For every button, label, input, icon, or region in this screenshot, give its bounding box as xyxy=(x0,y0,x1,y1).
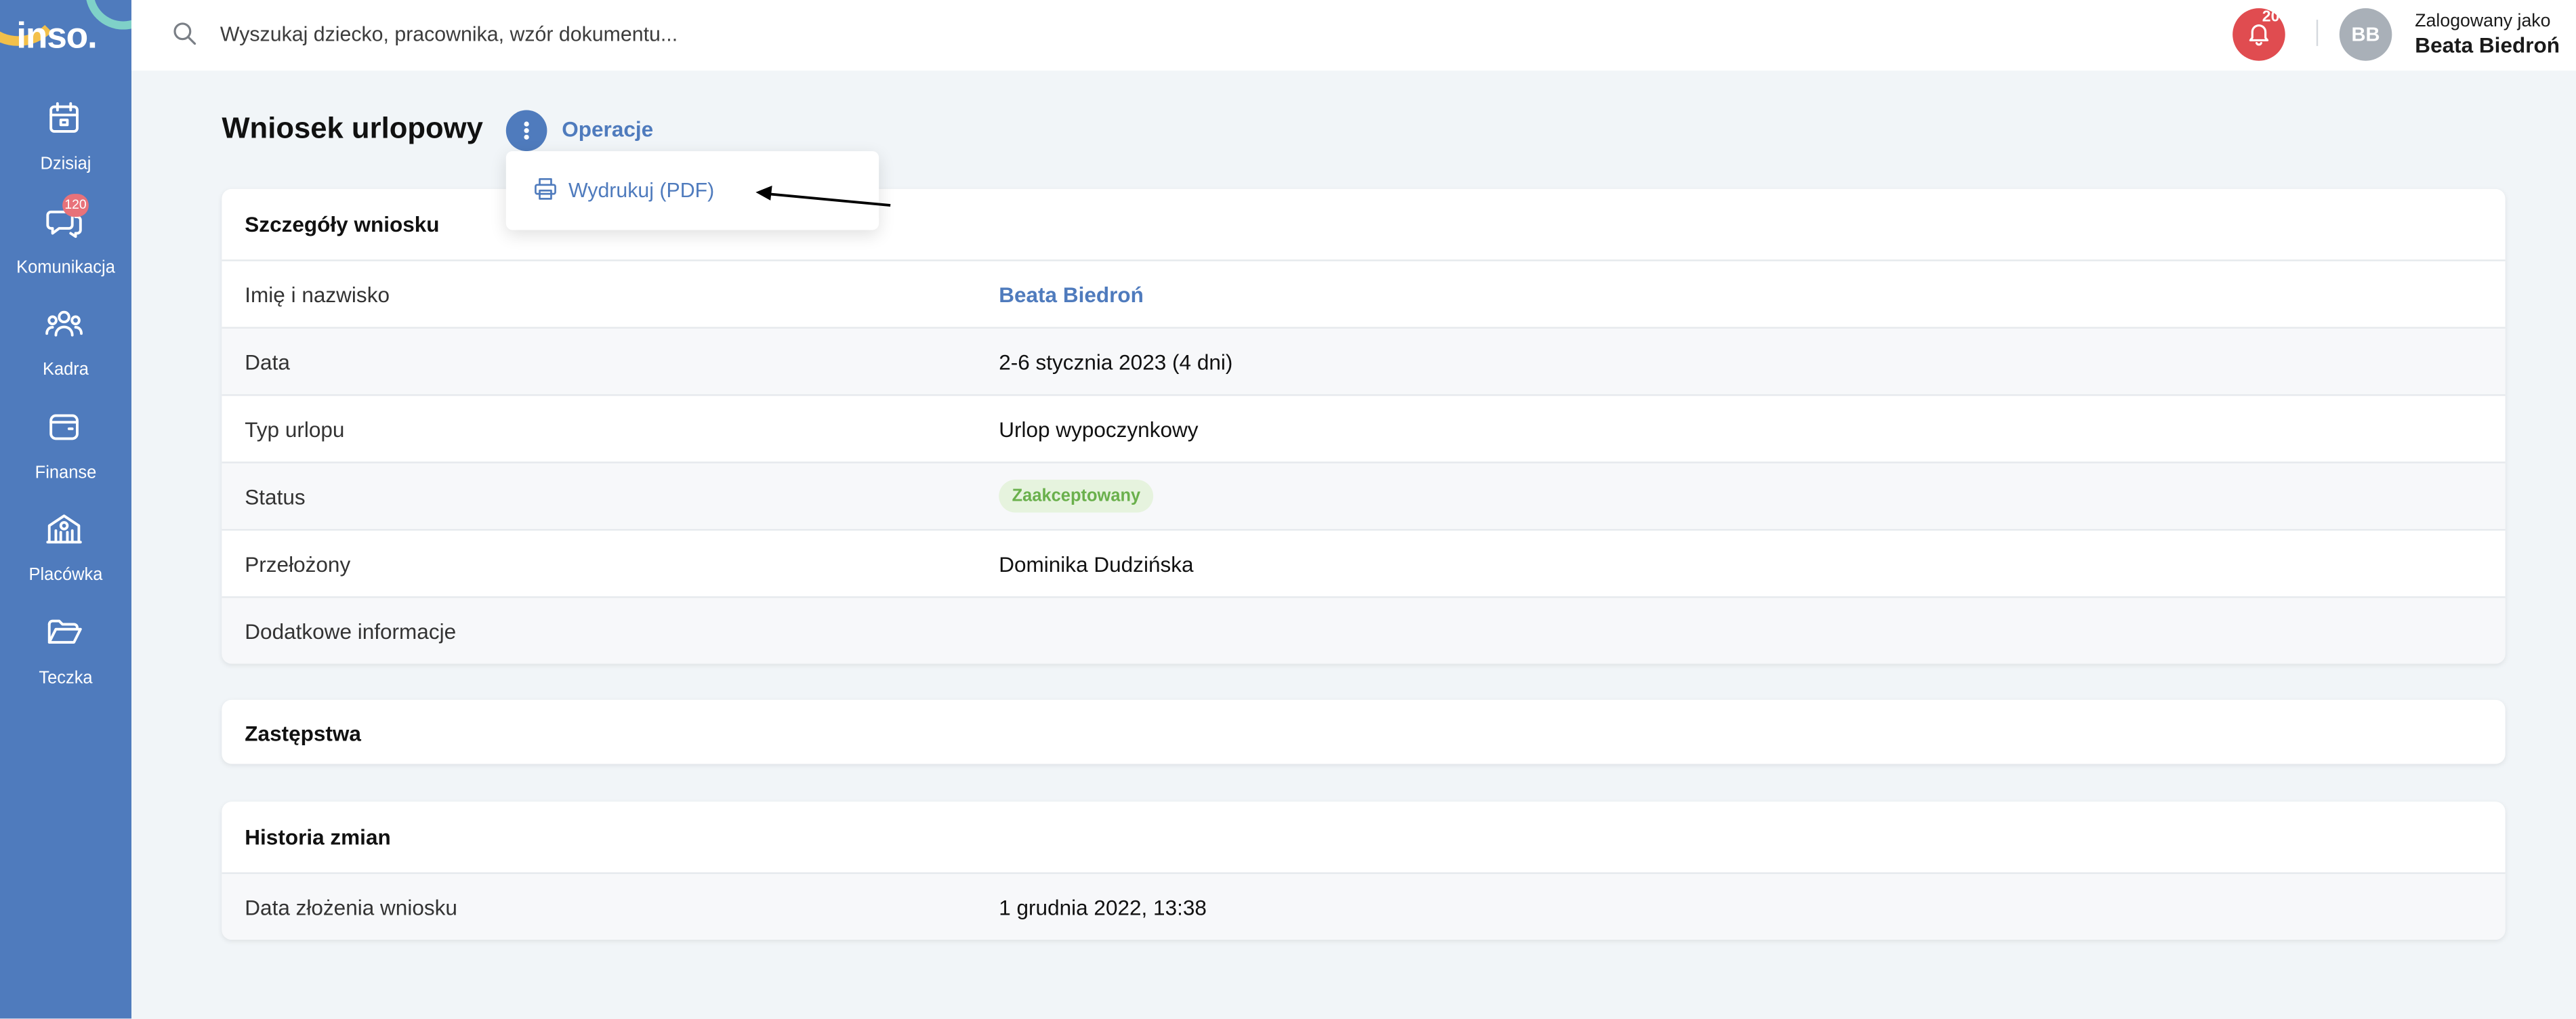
operations-button[interactable] xyxy=(505,110,547,152)
sidebar-item-label: Komunikacja xyxy=(16,257,115,278)
topbar-divider xyxy=(2316,20,2319,46)
calendar-icon xyxy=(44,98,83,138)
app-root: inso. Dzisiaj 120 Komunikacja Kadra Fina… xyxy=(0,0,2576,1019)
sidebar-item-label: Teczka xyxy=(39,668,93,688)
row-value: Urlop wypoczynkowy xyxy=(999,417,1199,442)
row-label: Status xyxy=(245,484,306,510)
page-title: Wniosek urlopowy xyxy=(222,111,483,145)
employee-name-link[interactable]: Beata Biedroń xyxy=(999,283,1144,307)
user-name[interactable]: Beata Biedroń xyxy=(2415,33,2560,57)
building-icon xyxy=(44,510,83,549)
sidebar-item-placowka[interactable]: Placówka xyxy=(0,510,131,602)
avatar[interactable]: BB xyxy=(2339,8,2392,61)
table-row: Imię i nazwisko Beata Biedroń xyxy=(222,259,2506,327)
sidebar-item-label: Dzisiaj xyxy=(40,154,91,175)
substitutions-card-header: Zastępstwa xyxy=(245,721,361,746)
table-row: Data złożenia wniosku 1 grudnia 2022, 13… xyxy=(222,872,2506,940)
sidebar-item-label: Placówka xyxy=(28,565,103,585)
status-badge: Zaakceptowany xyxy=(999,480,1154,513)
notifications-button[interactable]: 20 xyxy=(2232,8,2285,61)
history-card: Historia zmian Data złożenia wniosku 1 g… xyxy=(222,802,2506,940)
row-value: 2-6 stycznia 2023 (4 dni) xyxy=(999,350,1233,375)
details-card: Szczegóły wniosku Imię i nazwisko Beata … xyxy=(222,188,2506,664)
sidebar: inso. Dzisiaj 120 Komunikacja Kadra Fina… xyxy=(0,0,131,1019)
row-label: Data złożenia wniosku xyxy=(245,895,457,920)
unread-messages-badge: 120 xyxy=(62,194,89,217)
row-label: Dodatkowe informacje xyxy=(245,619,457,644)
people-icon xyxy=(44,304,83,344)
operations-link[interactable]: Operacje xyxy=(562,117,653,141)
search-input[interactable] xyxy=(220,16,1206,53)
row-label: Imię i nazwisko xyxy=(245,283,390,308)
app-logo[interactable]: inso. xyxy=(16,15,98,58)
sidebar-item-dzisiaj[interactable]: Dzisiaj xyxy=(0,98,131,190)
sidebar-item-teczka[interactable]: Teczka xyxy=(0,612,131,705)
folder-icon xyxy=(44,612,83,652)
table-row: Data 2-6 stycznia 2023 (4 dni) xyxy=(222,327,2506,394)
table-row: Status Zaakceptowany xyxy=(222,461,2506,529)
row-label: Data xyxy=(245,350,290,375)
details-card-header: Szczegóły wniosku xyxy=(245,211,440,237)
table-row: Dodatkowe informacje xyxy=(222,596,2506,664)
sidebar-item-kadra[interactable]: Kadra xyxy=(0,304,131,396)
search-icon xyxy=(173,22,197,46)
sidebar-item-label: Kadra xyxy=(43,360,89,380)
sidebar-item-finanse[interactable]: Finanse xyxy=(0,407,131,499)
more-dot xyxy=(524,128,529,133)
sidebar-item-label: Finanse xyxy=(35,463,97,483)
wallet-icon xyxy=(44,407,83,446)
row-label: Przełożony xyxy=(245,552,351,577)
menu-item-label: Wydrukuj (PDF) xyxy=(568,179,715,203)
table-row: Przełożony Dominika Dudzińska xyxy=(222,528,2506,596)
more-dot xyxy=(524,134,529,140)
table-row: Typ urlopu Urlop wypoczynkowy xyxy=(222,394,2506,461)
printer-icon xyxy=(534,178,557,201)
more-dot xyxy=(524,121,529,127)
topbar: 20 BB Zalogowany jako Beata Biedroń xyxy=(131,0,2576,71)
notifications-count: 20 xyxy=(2262,8,2280,26)
row-value: Dominika Dudzińska xyxy=(999,552,1194,577)
logged-in-label: Zalogowany jako xyxy=(2415,11,2551,32)
row-value: 1 grudnia 2022, 13:38 xyxy=(999,895,1207,920)
row-label: Typ urlopu xyxy=(245,417,345,442)
history-card-header: Historia zmian xyxy=(245,825,391,850)
sidebar-item-komunikacja[interactable]: 120 Komunikacja xyxy=(0,194,131,294)
substitutions-card[interactable]: Zastępstwa xyxy=(222,699,2506,764)
annotation-arrow xyxy=(755,185,891,207)
